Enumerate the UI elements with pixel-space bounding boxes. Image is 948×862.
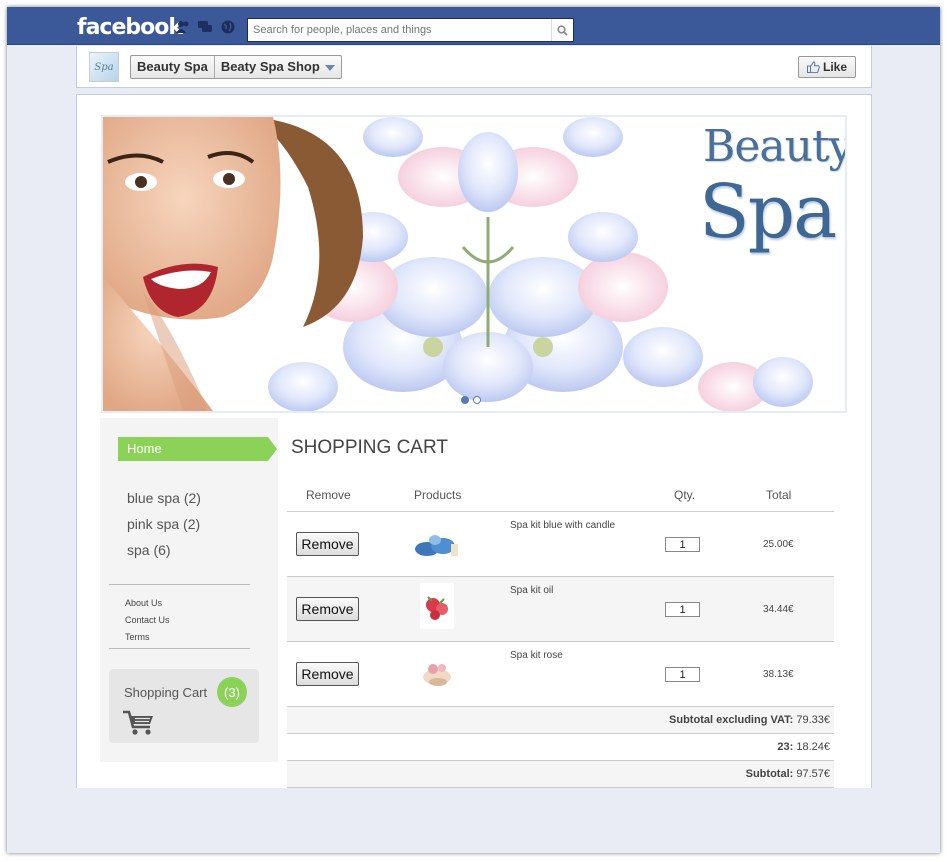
table-row: Remove Spa kit oil 34.44€: [287, 577, 834, 642]
subtotal-excluding-vat-row: Subtotal excluding VAT: 79.33€: [287, 707, 834, 734]
remove-button[interactable]: Remove: [296, 532, 359, 556]
chevron-down-icon: [324, 64, 335, 71]
banner-brand-line-1: Beauty: [703, 121, 847, 172]
breadcrumb-page-link[interactable]: Beauty Spa: [131, 56, 215, 78]
line-total: 38.13€: [763, 669, 794, 680]
category-link[interactable]: blue spa (2): [127, 490, 201, 506]
like-button[interactable]: Like: [798, 56, 856, 78]
shopping-cart-icon: [123, 710, 153, 735]
shopping-cart-widget[interactable]: Shopping Cart (3): [109, 669, 259, 743]
table-row: Remove Spa kit rose 38.13€: [287, 642, 834, 707]
column-header-total: Total: [766, 488, 792, 502]
product-thumbnail[interactable]: [413, 532, 461, 558]
banner-brand-line-2: Spa: [699, 169, 837, 255]
divider: [109, 584, 250, 585]
vat-row: 23: 18.24€: [287, 734, 834, 761]
facebook-logo[interactable]: facebook: [77, 15, 183, 40]
quantity-field[interactable]: [665, 667, 700, 682]
table-row: Remove Spa kit blue with candle 25.00€: [287, 512, 834, 577]
search-button[interactable]: [551, 19, 573, 41]
search-box: [247, 18, 574, 42]
product-name[interactable]: Spa kit blue with candle: [510, 520, 615, 531]
quantity-field[interactable]: [665, 602, 700, 617]
notifications-globe-icon[interactable]: [220, 20, 236, 34]
product-name[interactable]: Spa kit oil: [510, 585, 553, 596]
app-canvas: Beauty Spa Home blue spa (2) pink spa (2…: [76, 94, 872, 788]
category-link[interactable]: spa (6): [127, 542, 171, 558]
subtotal-row: Subtotal: 97.57€: [287, 761, 834, 788]
search-input[interactable]: [248, 19, 552, 41]
messages-icon[interactable]: [197, 20, 213, 34]
line-total: 34.44€: [763, 604, 794, 615]
summary-label: Subtotal excluding VAT:: [669, 714, 794, 726]
slider-dot-active[interactable]: [461, 396, 469, 404]
browser-frame: facebook Spa Beauty Spa Beaty Spa Shop: [7, 7, 940, 853]
divider: [109, 648, 250, 649]
search-icon: [557, 24, 568, 36]
about-us-link[interactable]: About Us: [125, 598, 162, 608]
shopping-cart-label: Shopping Cart: [124, 685, 208, 700]
line-total: 25.00€: [763, 539, 794, 550]
remove-button[interactable]: Remove: [296, 597, 359, 621]
sidebar-item-home[interactable]: Home: [118, 437, 277, 461]
product-thumbnail[interactable]: [417, 655, 459, 691]
terms-link[interactable]: Terms: [125, 632, 150, 642]
product-name[interactable]: Spa kit rose: [510, 650, 563, 661]
summary-label: Subtotal:: [745, 768, 794, 780]
breadcrumb-app-dropdown[interactable]: Beaty Spa Shop: [215, 56, 341, 78]
column-header-qty: Qty.: [674, 488, 696, 502]
breadcrumb-app-label: Beaty Spa Shop: [220, 59, 320, 74]
column-header-products: Products: [414, 488, 462, 502]
page-header: Spa Beauty Spa Beaty Spa Shop Like: [76, 46, 872, 88]
like-label: Like: [822, 60, 847, 74]
summary-label: 23:: [777, 741, 794, 753]
slider-dot[interactable]: [473, 396, 481, 404]
product-thumbnail[interactable]: [420, 583, 454, 629]
quantity-field[interactable]: [665, 537, 700, 552]
friends-icon[interactable]: [175, 20, 191, 34]
category-link[interactable]: pink spa (2): [127, 516, 200, 532]
contact-us-link[interactable]: Contact Us: [125, 615, 170, 625]
summary-value: 97.57€: [793, 768, 830, 780]
sidebar: Home blue spa (2) pink spa (2) spa (6) A…: [100, 418, 278, 762]
facebook-top-bar: facebook: [7, 7, 940, 45]
summary-value: 18.24€: [793, 741, 830, 753]
breadcrumb: Beauty Spa Beaty Spa Shop: [130, 55, 342, 79]
thumbs-up-icon: [806, 61, 820, 73]
remove-button[interactable]: Remove: [296, 662, 359, 686]
column-header-remove: Remove: [306, 488, 351, 502]
page-title: SHOPPING CART: [291, 437, 448, 458]
page-avatar[interactable]: Spa: [89, 52, 119, 82]
summary-value: 79.33€: [793, 714, 830, 726]
banner-slider: Beauty Spa: [101, 115, 847, 413]
cart-count-badge: (3): [217, 677, 247, 707]
